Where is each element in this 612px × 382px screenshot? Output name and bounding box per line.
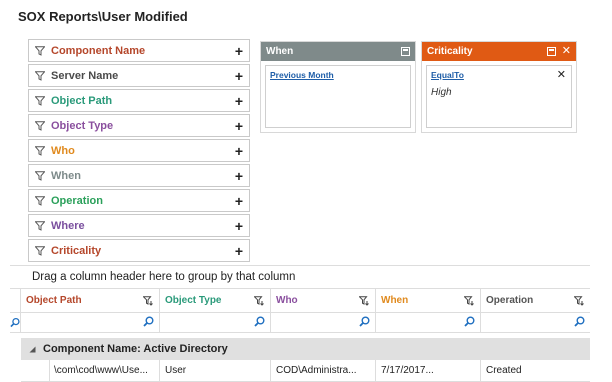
filter-item-label: Where	[51, 219, 85, 232]
column-header-label: Operation	[486, 295, 534, 306]
when-panel-title: When	[266, 46, 294, 57]
funnel-icon	[34, 245, 46, 257]
filter-item-label: Object Path	[51, 94, 113, 107]
column-header-object-type[interactable]: Object Type	[160, 289, 271, 312]
filter-item-operation[interactable]: Operation +	[28, 189, 250, 212]
funnel-icon	[34, 145, 46, 157]
filter-item-criticality[interactable]: Criticality +	[28, 239, 250, 262]
filter-item-who[interactable]: Who +	[28, 139, 250, 162]
column-filter-icon[interactable]	[253, 296, 265, 309]
filter-item-label: Component Name	[51, 44, 146, 57]
plus-icon[interactable]: +	[235, 119, 243, 133]
group-by-hint: Drag a column header here to group by th…	[32, 271, 296, 283]
minimize-icon[interactable]	[546, 47, 556, 56]
cell-when: 7/17/2017...	[376, 360, 481, 381]
funnel-icon	[34, 120, 46, 132]
filter-item-when[interactable]: When +	[28, 164, 250, 187]
funnel-icon	[34, 195, 46, 207]
plus-icon[interactable]: +	[235, 144, 243, 158]
plus-icon[interactable]: +	[235, 169, 243, 183]
funnel-icon	[34, 170, 46, 182]
filter-cell-who[interactable]	[271, 313, 376, 332]
filter-item-label: Object Type	[51, 119, 114, 132]
search-icon[interactable]	[10, 313, 21, 332]
when-panel-body: Previous Month	[265, 65, 411, 128]
column-header-object-path[interactable]: Object Path	[21, 289, 160, 312]
table-row[interactable]: \com\cod\www\Use... User COD\Administra.…	[21, 360, 590, 382]
column-header-label: When	[381, 295, 409, 306]
when-filter-panel: When Previous Month	[260, 41, 416, 133]
close-icon[interactable]: ✕	[562, 46, 571, 57]
criticality-condition-link[interactable]: EqualTo	[431, 70, 464, 80]
grid-header-row: Object Path Object Type Who When Operati…	[10, 289, 590, 313]
funnel-icon	[34, 70, 46, 82]
column-filter-icon[interactable]	[463, 296, 475, 309]
funnel-icon	[34, 95, 46, 107]
cell-object-path: \com\cod\www\Use...	[49, 360, 160, 381]
search-icon[interactable]	[143, 316, 154, 330]
column-filter-icon[interactable]	[358, 296, 370, 309]
search-icon[interactable]	[464, 316, 475, 330]
filter-item-label: Criticality	[51, 244, 102, 257]
group-by-drop-area[interactable]: Drag a column header here to group by th…	[10, 265, 590, 289]
column-header-when[interactable]: When	[376, 289, 481, 312]
criticality-panel-title: Criticality	[427, 46, 473, 57]
filter-cell-object-path[interactable]	[21, 313, 160, 332]
triangle-icon[interactable]	[21, 346, 43, 353]
page-title: SOX Reports\User Modified	[18, 9, 188, 24]
search-icon[interactable]	[574, 316, 585, 330]
remove-condition-icon[interactable]: ✕	[557, 68, 566, 81]
criticality-panel-body: EqualTo ✕ High	[426, 65, 572, 128]
filter-item-component-name[interactable]: Component Name +	[28, 39, 250, 62]
search-icon[interactable]	[254, 316, 265, 330]
column-header-label: Object Path	[26, 295, 82, 306]
filter-cell-operation[interactable]	[481, 313, 590, 332]
filter-item-server-name[interactable]: Server Name +	[28, 64, 250, 87]
column-filter-icon[interactable]	[573, 296, 585, 309]
filter-item-object-path[interactable]: Object Path +	[28, 89, 250, 112]
criticality-filter-panel: Criticality ✕ EqualTo ✕ High	[421, 41, 577, 133]
group-row[interactable]: Component Name: Active Directory	[21, 338, 590, 360]
plus-icon[interactable]: +	[235, 219, 243, 233]
filter-field-list: Component Name + Server Name + Object Pa…	[28, 39, 250, 264]
row-selector-header	[10, 289, 21, 312]
when-condition-link[interactable]: Previous Month	[270, 70, 334, 80]
results-grid: Drag a column header here to group by th…	[10, 265, 590, 382]
filter-item-object-type[interactable]: Object Type +	[28, 114, 250, 137]
when-panel-header: When	[261, 42, 415, 61]
column-header-label: Who	[276, 295, 298, 306]
column-header-operation[interactable]: Operation	[481, 289, 590, 312]
cell-who: COD\Administra...	[271, 360, 376, 381]
minimize-icon[interactable]	[401, 47, 410, 56]
search-icon[interactable]	[359, 316, 370, 330]
group-row-label: Component Name: Active Directory	[43, 343, 228, 355]
filter-item-where[interactable]: Where +	[28, 214, 250, 237]
filter-item-label: Server Name	[51, 69, 119, 82]
filter-item-label: When	[51, 169, 81, 182]
grid-filter-row	[10, 313, 590, 333]
plus-icon[interactable]: +	[235, 69, 243, 83]
column-header-label: Object Type	[165, 295, 222, 306]
row-indent	[21, 360, 49, 381]
funnel-icon	[34, 45, 46, 57]
plus-icon[interactable]: +	[235, 44, 243, 58]
cell-object-type: User	[160, 360, 271, 381]
column-header-who[interactable]: Who	[271, 289, 376, 312]
column-filter-icon[interactable]	[142, 296, 154, 309]
filter-item-label: Who	[51, 144, 75, 157]
filter-cell-object-type[interactable]	[160, 313, 271, 332]
funnel-icon	[34, 220, 46, 232]
plus-icon[interactable]: +	[235, 94, 243, 108]
filter-item-label: Operation	[51, 194, 103, 207]
filter-cell-when[interactable]	[376, 313, 481, 332]
plus-icon[interactable]: +	[235, 244, 243, 258]
plus-icon[interactable]: +	[235, 194, 243, 208]
criticality-value: High	[431, 87, 452, 98]
cell-operation: Created	[486, 365, 522, 376]
criticality-panel-header: Criticality ✕	[422, 42, 576, 61]
